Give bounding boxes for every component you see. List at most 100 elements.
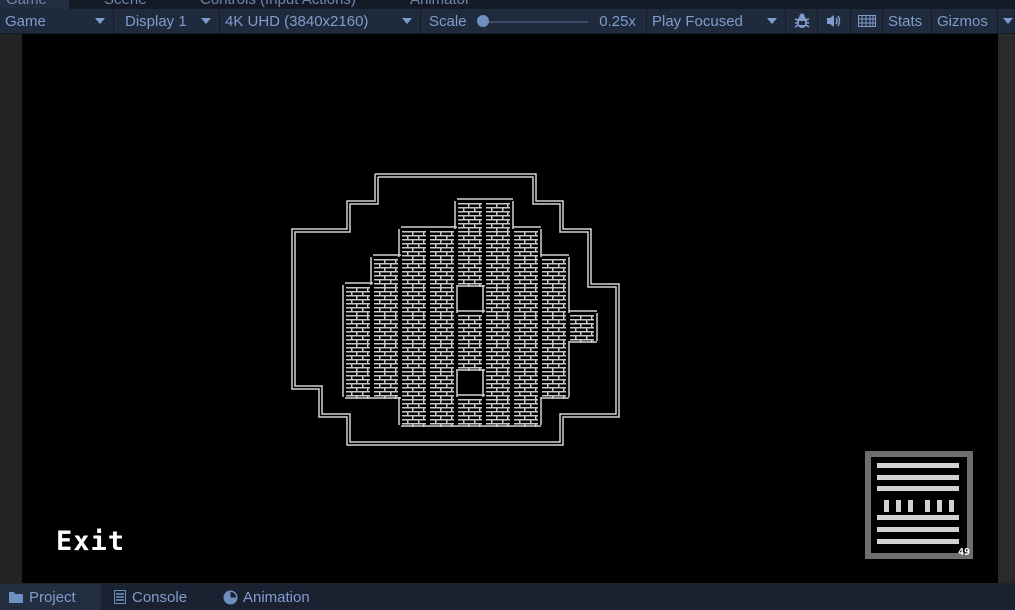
floor-tile [514, 343, 538, 371]
minimap-tick [949, 500, 954, 512]
view-mode-label: Game [5, 12, 46, 30]
floor-tile [402, 287, 426, 315]
floor-tile [402, 259, 426, 287]
tab-controls[interactable]: Controls (Input Actions) [200, 0, 356, 9]
floor-tile [458, 203, 482, 231]
floor-tile [402, 399, 426, 427]
play-mode-label: Play Focused [652, 12, 743, 30]
chevron-down-icon [1003, 18, 1013, 24]
floor-tile [430, 231, 454, 259]
exit-button[interactable]: Exit [56, 526, 125, 557]
floor-tile [542, 343, 566, 371]
chevron-down-icon [402, 18, 412, 24]
floor-tile [486, 343, 510, 371]
display-label: Display 1 [125, 12, 187, 30]
display-dropdown[interactable]: Display 1 [114, 9, 220, 33]
minimap-inventory-slot[interactable]: 49 [865, 451, 973, 559]
stats-label: Stats [888, 12, 923, 30]
floor-tile [542, 259, 566, 287]
chevron-down-icon [767, 18, 777, 24]
tab-project-label: Project [29, 588, 76, 606]
floor-tile [570, 315, 594, 343]
scale-slider-knob[interactable] [477, 15, 489, 27]
mute-audio-toggle[interactable] [818, 9, 851, 33]
floor-tile [514, 399, 538, 427]
tab-animator-label: Animator [410, 0, 470, 8]
floor-tile [430, 343, 454, 371]
keyboard-toggle[interactable] [851, 9, 883, 33]
tab-project[interactable]: Project [0, 584, 101, 610]
minimap-bar [877, 539, 959, 544]
minimap-tick [908, 500, 913, 512]
gizmos-label: Gizmos [937, 12, 988, 30]
tab-game[interactable]: Game [0, 0, 69, 9]
floor-tile [346, 371, 370, 399]
floor-tile [402, 315, 426, 343]
floor-tile [514, 371, 538, 399]
floor-tile [486, 287, 510, 315]
view-mode-dropdown[interactable]: Game [0, 9, 114, 33]
minimap-bar [877, 463, 959, 468]
minimap-tick [884, 500, 889, 512]
stats-button[interactable]: Stats [883, 9, 932, 33]
gizmos-button[interactable]: Gizmos [932, 9, 998, 33]
tab-game-label: Game [6, 0, 47, 8]
floor-tile [486, 399, 510, 427]
floor-tile [430, 315, 454, 343]
floor-tile [458, 399, 482, 427]
console-icon [114, 590, 126, 604]
floor-tile [374, 287, 398, 315]
floor-tile [486, 231, 510, 259]
tab-scene[interactable]: Scene [104, 0, 147, 9]
bug-icon [794, 13, 809, 28]
minimap-tick [925, 500, 930, 512]
scale-value: 0.25x [599, 12, 636, 30]
floor-tile [402, 371, 426, 399]
game-toolbar: Game Display 1 4K UHD (3840x2160) Scale … [0, 9, 1015, 34]
floor-tile [346, 315, 370, 343]
tab-controls-label: Controls (Input Actions) [200, 0, 356, 8]
floor-tile [486, 315, 510, 343]
debug-toggle[interactable] [786, 9, 818, 33]
floor-tile [430, 287, 454, 315]
floor-tile [542, 371, 566, 399]
minimap-tick [896, 500, 901, 512]
floor-tile [374, 315, 398, 343]
floor-tile [346, 343, 370, 371]
floor-tile [514, 259, 538, 287]
clock-icon [223, 590, 238, 604]
resolution-dropdown[interactable]: 4K UHD (3840x2160) [220, 9, 421, 33]
floor-tile [430, 371, 454, 399]
chevron-down-icon [201, 18, 211, 24]
game-view[interactable]: Exit 49 [22, 34, 998, 583]
floor-tile [514, 231, 538, 259]
floor-tile [542, 287, 566, 315]
play-mode-dropdown[interactable]: Play Focused [647, 9, 786, 33]
floor-tile [346, 287, 370, 315]
minimap-count: 49 [957, 547, 970, 558]
tab-console[interactable]: Console [114, 584, 187, 610]
floor-tile [430, 259, 454, 287]
keyboard-icon [857, 15, 876, 27]
resolution-label: 4K UHD (3840x2160) [225, 12, 369, 30]
scale-slider-track[interactable] [484, 21, 588, 23]
minimap-bar [877, 527, 959, 532]
folder-icon [9, 592, 23, 603]
floor-tile [486, 371, 510, 399]
dungeon-map [291, 173, 620, 446]
minimap-bar [877, 515, 959, 520]
floor-tile [458, 259, 482, 287]
tab-animator[interactable]: Animator [410, 0, 470, 9]
tab-console-label: Console [132, 588, 188, 606]
floor-tile [402, 343, 426, 371]
floor-tile [486, 259, 510, 287]
floor-tile [542, 315, 566, 343]
editor-tab-strip: Game Scene Controls (Input Actions) Anim… [0, 0, 1015, 9]
floor-tile [374, 371, 398, 399]
tab-animation[interactable]: Animation [223, 584, 310, 610]
gizmos-dropdown[interactable] [998, 9, 1015, 33]
floor-tile [486, 203, 510, 231]
bottom-panel-tabs: Project Console Animation [0, 584, 1015, 610]
minimap-bar [877, 486, 959, 491]
floor-tile [514, 287, 538, 315]
